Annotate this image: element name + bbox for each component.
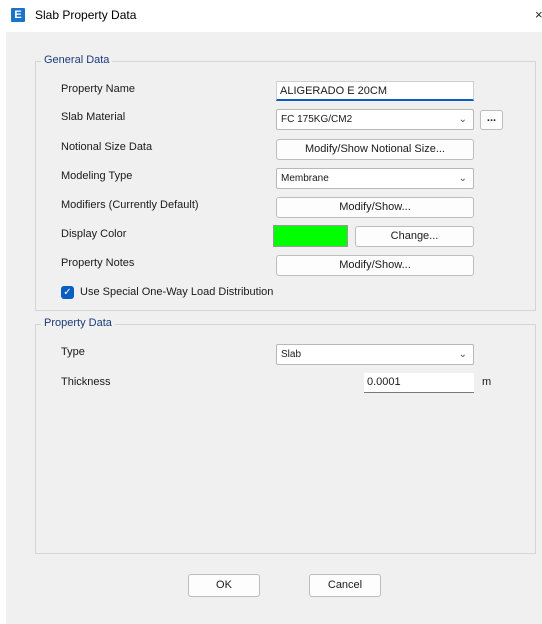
type-value: Slab [281, 349, 302, 360]
property-name-label: Property Name [61, 83, 135, 95]
thickness-input[interactable]: 0.0001 [364, 373, 474, 393]
etabs-app-icon: E [11, 8, 25, 22]
one-way-load-label: Use Special One-Way Load Distribution [80, 286, 274, 298]
property-notes-button[interactable]: Modify/Show... [276, 255, 474, 276]
chevron-down-icon: ⌄ [458, 173, 467, 184]
ok-button[interactable]: OK [188, 574, 260, 597]
material-ellipsis-button[interactable]: ... [480, 110, 503, 130]
modeling-type-label: Modeling Type [61, 170, 133, 182]
modifiers-label: Modifiers (Currently Default) [61, 199, 199, 211]
chevron-down-icon: ⌄ [458, 114, 467, 125]
general-data-group: General Data Property Name ALIGERADO E 2… [35, 54, 536, 311]
notional-size-button[interactable]: Modify/Show Notional Size... [276, 139, 474, 160]
change-color-button[interactable]: Change... [355, 226, 474, 247]
display-color-label: Display Color [61, 228, 127, 240]
chevron-down-icon: ⌄ [458, 349, 467, 360]
type-select[interactable]: Slab ⌄ [276, 344, 474, 365]
modeling-type-value: Membrane [281, 173, 329, 184]
property-data-title: Property Data [41, 317, 115, 329]
one-way-load-checkbox[interactable]: ✓ [61, 286, 74, 299]
type-label: Type [61, 346, 85, 358]
display-color-swatch [273, 225, 348, 247]
slab-material-value: FC 175KG/CM2 [281, 114, 353, 125]
slab-material-label: Slab Material [61, 111, 126, 123]
close-icon[interactable]: × [535, 7, 542, 22]
dialog-client-area: General Data Property Name ALIGERADO E 2… [6, 32, 542, 624]
thickness-label: Thickness [61, 376, 111, 388]
property-data-group: Property Data Type Slab ⌄ Thickness 0.00… [35, 317, 536, 554]
title-bar: E Slab Property Data × [0, 0, 542, 32]
notional-size-label: Notional Size Data [61, 141, 153, 153]
slab-material-select[interactable]: FC 175KG/CM2 ⌄ [276, 109, 474, 130]
general-data-title: General Data [41, 54, 113, 66]
property-name-input[interactable]: ALIGERADO E 20CM [276, 81, 474, 101]
check-icon: ✓ [63, 287, 72, 298]
cancel-button[interactable]: Cancel [309, 574, 381, 597]
modifiers-button[interactable]: Modify/Show... [276, 197, 474, 218]
thickness-unit: m [482, 376, 492, 388]
modeling-type-select[interactable]: Membrane ⌄ [276, 168, 474, 189]
window-title: Slab Property Data [35, 8, 137, 22]
property-notes-label: Property Notes [61, 257, 135, 269]
